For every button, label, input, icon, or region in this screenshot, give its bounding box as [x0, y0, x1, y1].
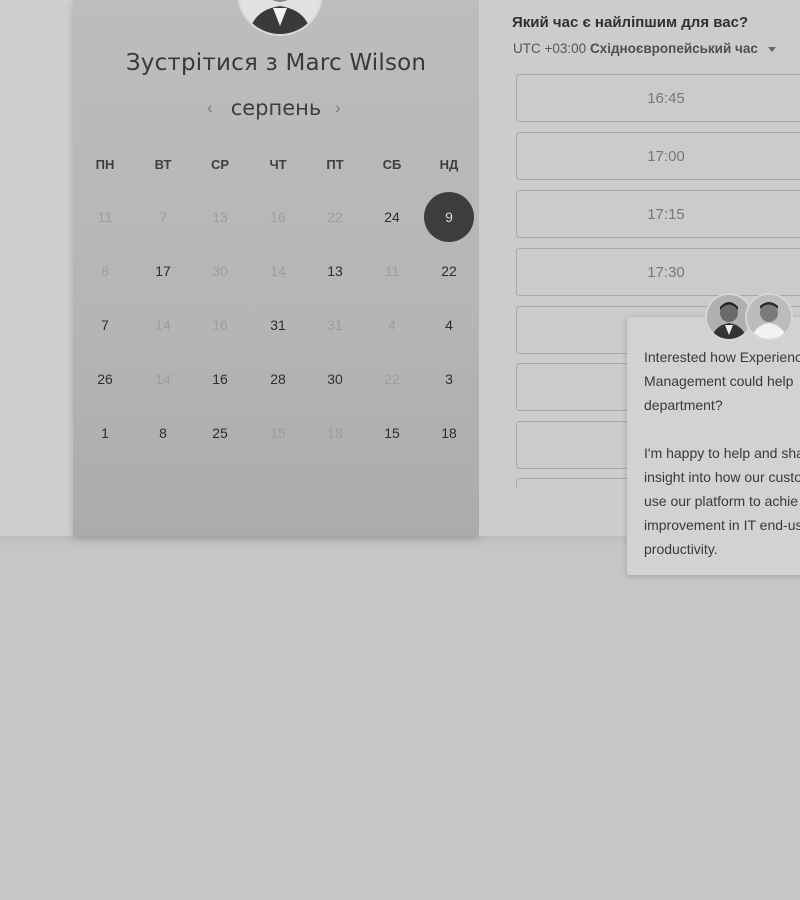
timezone-offset: UTC +03:00 — [513, 41, 587, 56]
calendar-day[interactable]: 8 — [138, 408, 188, 458]
timezone-name: Східноєвропейський час — [589, 41, 758, 56]
calendar-day: 30 — [212, 263, 228, 279]
weekday-label: ПТ — [326, 157, 344, 172]
time-question: Який час є найліпшим для вас? — [512, 14, 749, 31]
caret-down-icon — [767, 46, 776, 52]
calendar-day[interactable]: 22 — [424, 246, 474, 296]
weekday-label: ПН — [95, 157, 115, 172]
calendar-day: 14 — [155, 371, 171, 387]
calendar-day: 22 — [327, 209, 343, 225]
chat-line: use our platform to achie — [644, 493, 799, 509]
timezone-selector[interactable]: UTC +03:00 Східноєвропейський час — [513, 41, 776, 56]
chat-line: Interested how Experienc — [644, 349, 800, 365]
chevron-left-icon[interactable]: ‹ — [207, 98, 213, 118]
calendar-day: 22 — [384, 371, 400, 387]
calendar-day[interactable]: 26 — [80, 354, 130, 404]
chat-line: insight into how our custo — [644, 469, 800, 485]
time-slot-button[interactable]: 17:30 — [516, 248, 800, 296]
chat-line: improvement in IT end-us — [644, 517, 800, 533]
calendar-day: 7 — [159, 209, 167, 225]
calendar-day-selected[interactable]: 9 — [424, 192, 474, 242]
calendar-day[interactable]: 1 — [80, 408, 130, 458]
calendar-day[interactable]: 3 — [424, 354, 474, 404]
month-label: серпень — [230, 96, 322, 120]
calendar-day: 8 — [101, 263, 109, 279]
calendar-day[interactable]: 13 — [310, 246, 360, 296]
calendar-day[interactable]: 18 — [424, 408, 474, 458]
calendar-day: 11 — [97, 209, 113, 225]
chat-line: productivity. — [644, 541, 718, 557]
calendar-day[interactable]: 4 — [424, 300, 474, 350]
meeting-title: Зустрітися з Marc Wilson — [125, 50, 427, 76]
calendar-day[interactable]: 30 — [310, 354, 360, 404]
calendar-day[interactable]: 15 — [367, 408, 417, 458]
weekday-label: ВТ — [154, 157, 172, 172]
calendar-day[interactable]: 28 — [253, 354, 303, 404]
agent-avatar — [745, 293, 793, 341]
chat-message: Interested how Experienc Management coul… — [644, 345, 800, 561]
chat-line: I'm happy to help and sha — [644, 445, 800, 461]
calendar-day: 15 — [270, 425, 286, 441]
calendar-day[interactable]: 16 — [195, 354, 245, 404]
calendar-day[interactable]: 17 — [138, 246, 188, 296]
calendar-day: 14 — [155, 317, 171, 333]
chat-line: department? — [644, 397, 723, 413]
calendar-day: 14 — [270, 263, 286, 279]
weekday-label: СР — [210, 157, 230, 172]
calendar-day: 11 — [384, 263, 400, 279]
time-slot-button[interactable]: 16:45 — [516, 74, 800, 122]
chat-blank-line — [644, 417, 800, 441]
calendar-day: 16 — [270, 209, 286, 225]
calendar-day: 16 — [212, 317, 228, 333]
weekday-label: ЧТ — [269, 157, 287, 172]
calendar-day: 18 — [327, 425, 343, 441]
weekday-label: СБ — [382, 157, 402, 172]
calendar-day[interactable]: 24 — [367, 192, 417, 242]
calendar-day[interactable]: 25 — [195, 408, 245, 458]
time-slot-button[interactable]: 17:00 — [516, 132, 800, 180]
chat-line: Management could help — [644, 373, 794, 389]
chevron-right-icon[interactable]: › — [335, 98, 341, 118]
time-slot-button[interactable]: 17:15 — [516, 190, 800, 238]
calendar-day[interactable]: 7 — [80, 300, 130, 350]
calendar-day: 31 — [327, 317, 343, 333]
weekday-label: НД — [439, 157, 459, 172]
calendar-day[interactable]: 31 — [253, 300, 303, 350]
month-navigator: ‹ серпень › — [73, 96, 479, 126]
calendar-day: 13 — [212, 209, 228, 225]
calendar-day: 4 — [388, 317, 396, 333]
